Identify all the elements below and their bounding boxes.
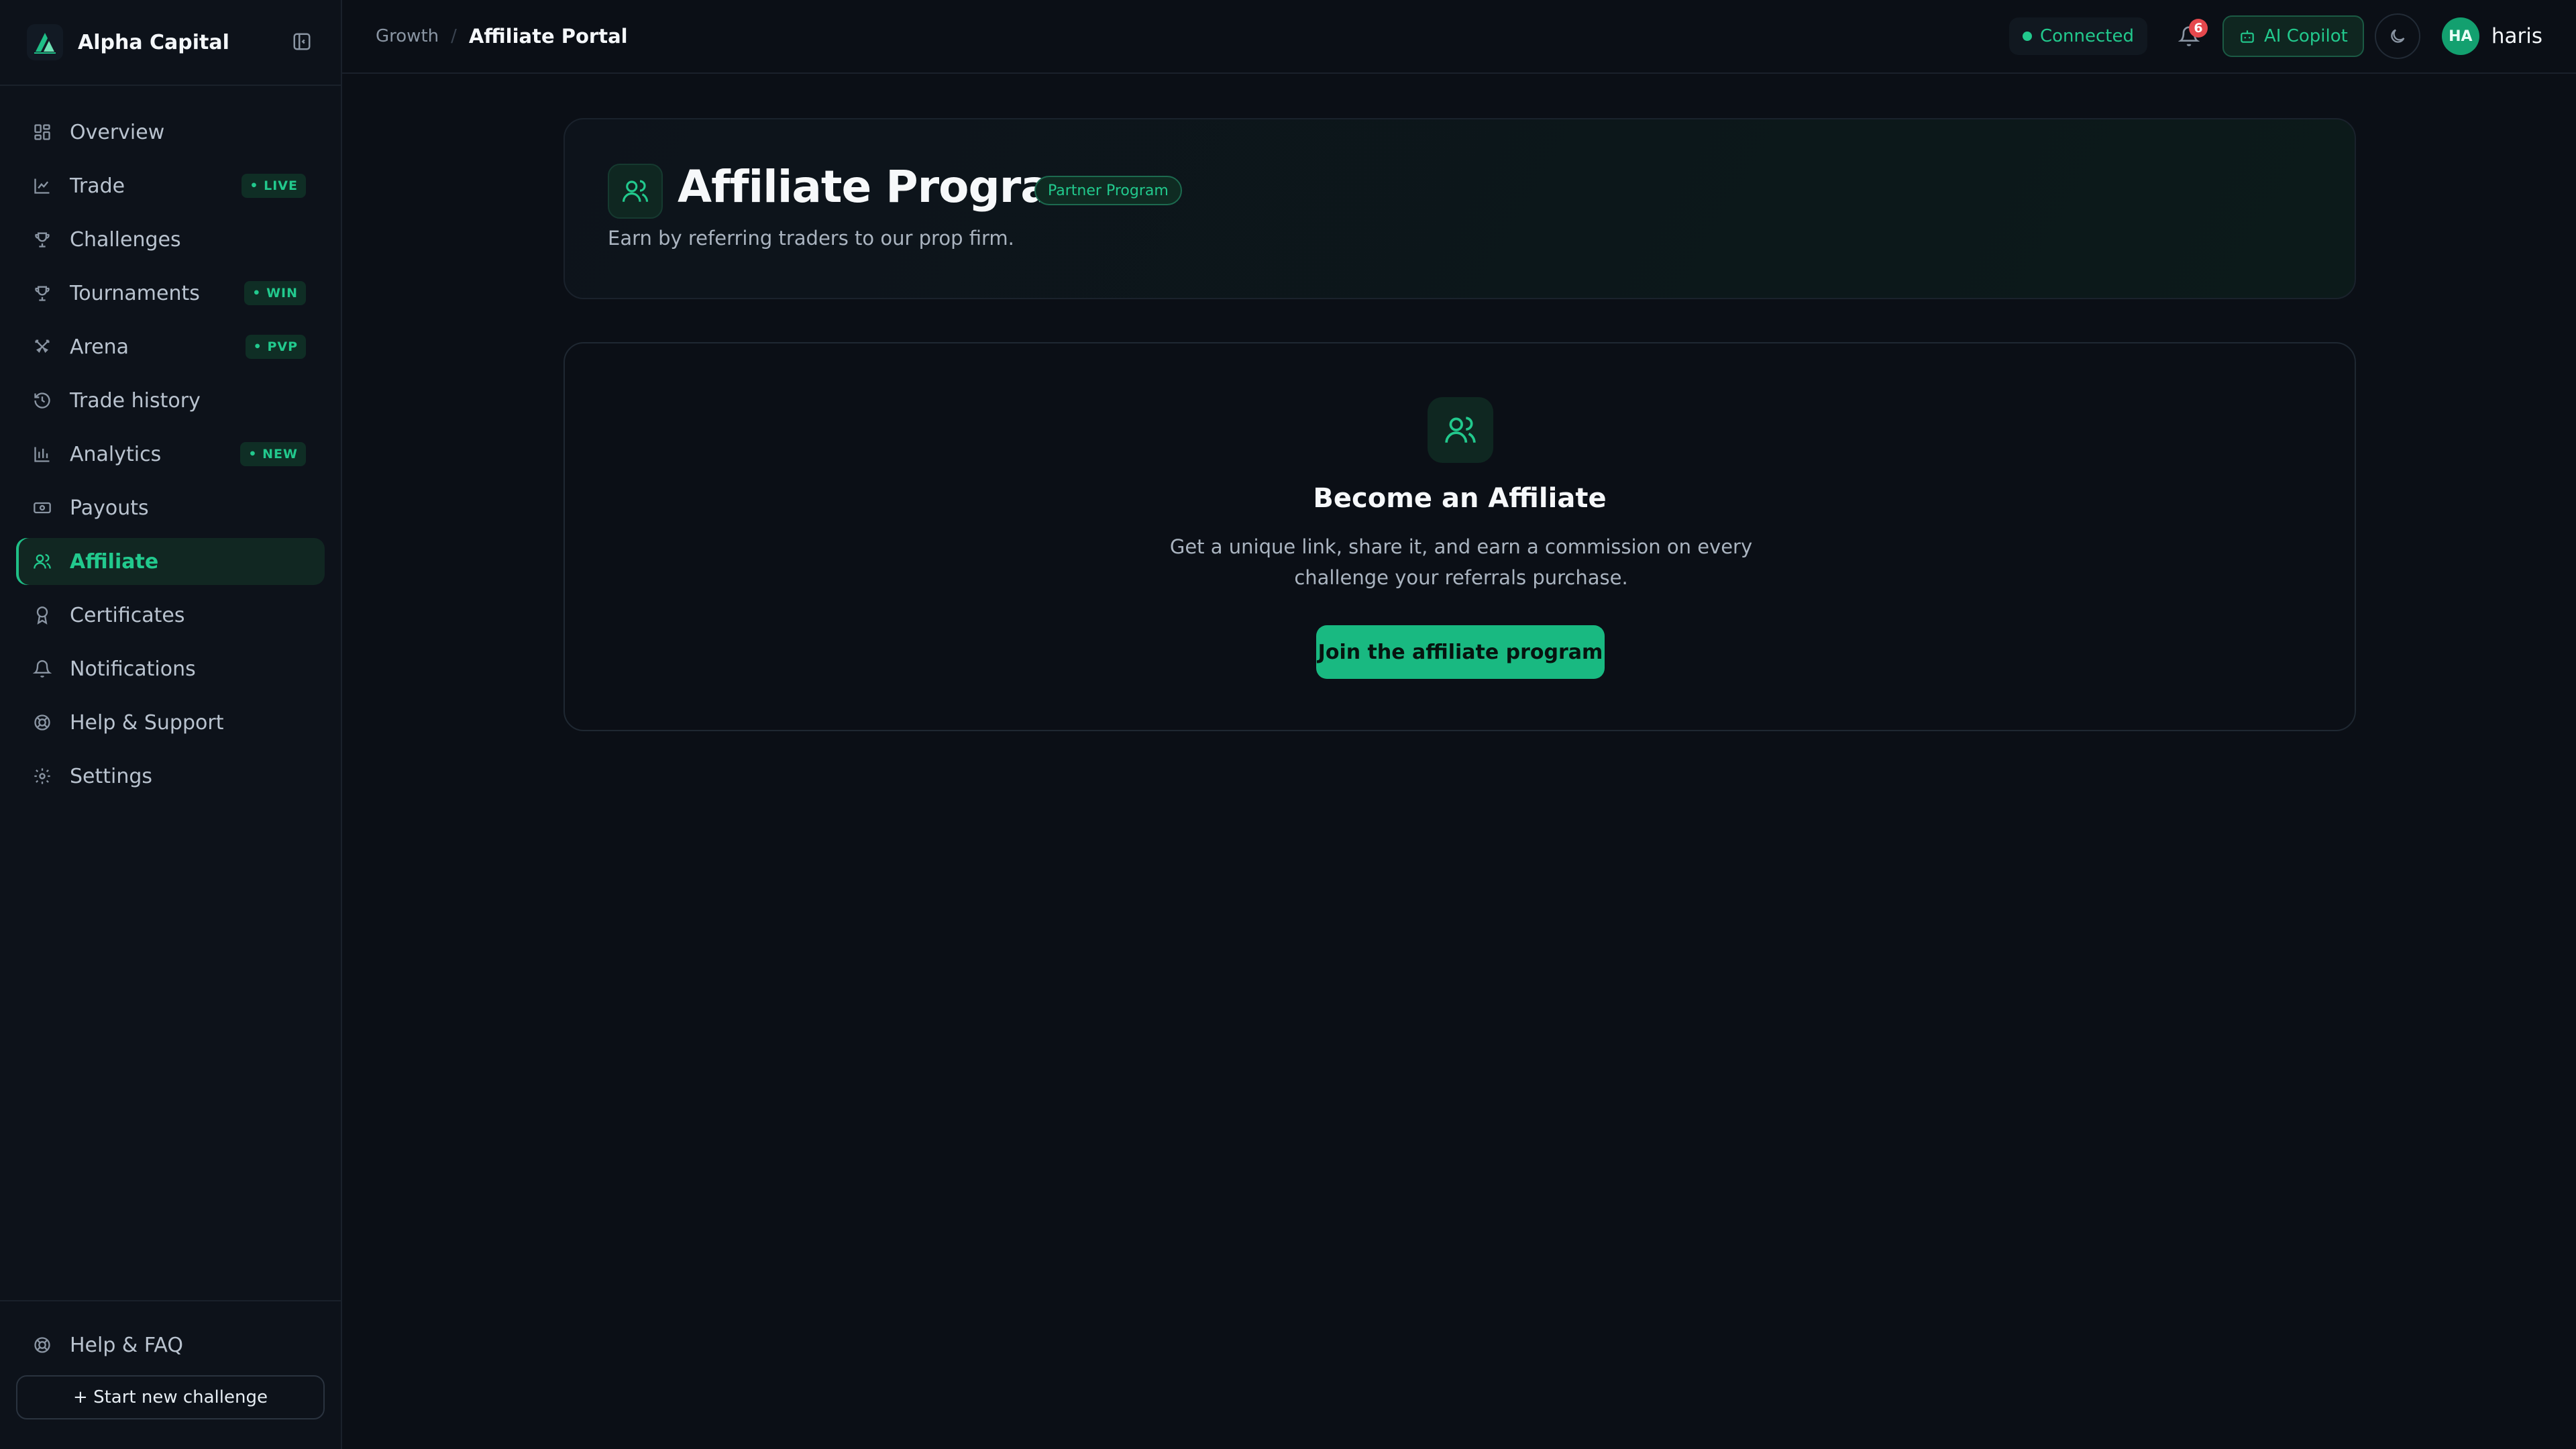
- bar-chart-icon: [32, 444, 52, 464]
- avatar: HA: [2441, 17, 2479, 55]
- users-icon: [32, 551, 52, 572]
- start-new-challenge-button[interactable]: + Start new challenge: [16, 1375, 325, 1419]
- sidebar-item-label: Help & Support: [70, 710, 224, 735]
- sidebar-item-label: Affiliate: [70, 549, 159, 574]
- collapse-sidebar-button[interactable]: [290, 30, 314, 54]
- sidebar-item-help-support[interactable]: Help & Support: [16, 699, 325, 746]
- sidebar-item-label: Tournaments: [70, 281, 200, 305]
- sidebar-item-settings[interactable]: Settings: [16, 753, 325, 800]
- grid-icon: [32, 122, 52, 142]
- join-description: Get a unique link, share it, and earn a …: [1169, 535, 1753, 589]
- sidebar: Alpha Capital Overview Trade LIVE Challe…: [0, 0, 342, 1449]
- affiliate-hero-card: Affiliate Program Partner Program Earn b…: [564, 118, 2356, 299]
- banknote-icon: [32, 498, 52, 518]
- status-dot: [2022, 32, 2032, 41]
- swords-icon: [32, 337, 52, 357]
- brand-logo[interactable]: [27, 24, 63, 60]
- sidebar-item-label: Notifications: [70, 657, 196, 681]
- lifebuoy-icon: [32, 1335, 52, 1355]
- breadcrumb-separator: /: [451, 26, 457, 46]
- robot-icon: [2239, 28, 2256, 45]
- theme-toggle-button[interactable]: [2374, 13, 2420, 59]
- sidebar-item-trade[interactable]: Trade LIVE: [16, 162, 325, 209]
- user-menu[interactable]: HA haris: [2441, 17, 2542, 55]
- topbar-actions: Connected 6 AI Copilot HA haris: [2008, 13, 2542, 59]
- sidebar-item-label: Analytics: [70, 442, 162, 466]
- sidebar-item-arena[interactable]: Arena PVP: [16, 323, 325, 370]
- moon-icon: [2388, 27, 2407, 46]
- award-icon: [32, 605, 52, 625]
- live-badge: LIVE: [241, 174, 306, 198]
- partner-program-badge: Partner Program: [1034, 176, 1182, 205]
- page-subtitle: Earn by referring traders to our prop fi…: [608, 227, 1014, 250]
- history-icon: [32, 390, 52, 411]
- sidebar-item-label: Settings: [70, 764, 153, 788]
- sidebar-item-label: Trade: [70, 174, 125, 198]
- brand-name: Alpha Capital: [78, 30, 229, 54]
- sidebar-item-label: Trade history: [70, 388, 201, 413]
- sidebar-item-label: Arena: [70, 335, 129, 359]
- lifebuoy-icon: [32, 712, 52, 733]
- sidebar-item-notifications[interactable]: Notifications: [16, 645, 325, 692]
- trophy-icon: [32, 229, 52, 250]
- bell-icon: [32, 659, 52, 679]
- users-icon: [1428, 397, 1493, 463]
- connection-label: Connected: [2039, 26, 2134, 46]
- sidebar-item-label: Help & FAQ: [70, 1333, 183, 1357]
- sidebar-item-label: Challenges: [70, 227, 181, 252]
- sidebar-item-label: Payouts: [70, 496, 149, 520]
- sidebar-item-label: Overview: [70, 120, 165, 144]
- page-title: Affiliate Program: [678, 161, 1096, 213]
- sidebar-item-certificates[interactable]: Certificates: [16, 592, 325, 639]
- topbar: Growth / Affiliate Portal Connected 6 AI…: [342, 0, 2576, 74]
- connection-status: Connected: [2008, 17, 2147, 55]
- trophy-icon: [32, 283, 52, 303]
- new-badge: NEW: [240, 442, 306, 466]
- ai-copilot-button[interactable]: AI Copilot: [2222, 15, 2364, 57]
- breadcrumb-current: Affiliate Portal: [468, 25, 628, 48]
- notification-count-badge: 6: [2189, 19, 2208, 38]
- sidebar-item-affiliate[interactable]: Affiliate: [16, 538, 325, 585]
- breadcrumb-growth[interactable]: Growth: [376, 26, 439, 46]
- sidebar-nav: Overview Trade LIVE Challenges Tournamen…: [0, 86, 341, 800]
- win-badge: WIN: [244, 281, 306, 305]
- become-affiliate-card: Become an Affiliate Get a unique link, s…: [564, 342, 2356, 731]
- sidebar-bottom: Help & FAQ + Start new challenge: [0, 1300, 341, 1449]
- pvp-badge: PVP: [245, 335, 306, 359]
- username: haris: [2491, 24, 2542, 48]
- gear-icon: [32, 766, 52, 786]
- sidebar-item-tournaments[interactable]: Tournaments WIN: [16, 270, 325, 317]
- sidebar-item-help-faq[interactable]: Help & FAQ: [16, 1322, 325, 1368]
- brand: Alpha Capital: [0, 0, 341, 86]
- sidebar-item-trade-history[interactable]: Trade history: [16, 377, 325, 424]
- sidebar-item-challenges[interactable]: Challenges: [16, 216, 325, 263]
- sidebar-item-overview[interactable]: Overview: [16, 109, 325, 156]
- sidebar-item-analytics[interactable]: Analytics NEW: [16, 431, 325, 478]
- notifications-button[interactable]: 6: [2170, 17, 2208, 55]
- join-title: Become an Affiliate: [1313, 483, 1607, 514]
- copilot-label: AI Copilot: [2264, 26, 2348, 46]
- join-affiliate-button[interactable]: Join the affiliate program: [1316, 625, 1605, 679]
- sidebar-item-label: Certificates: [70, 603, 185, 627]
- sidebar-item-payouts[interactable]: Payouts: [16, 484, 325, 531]
- users-icon: [608, 164, 663, 219]
- chart-icon: [32, 176, 52, 196]
